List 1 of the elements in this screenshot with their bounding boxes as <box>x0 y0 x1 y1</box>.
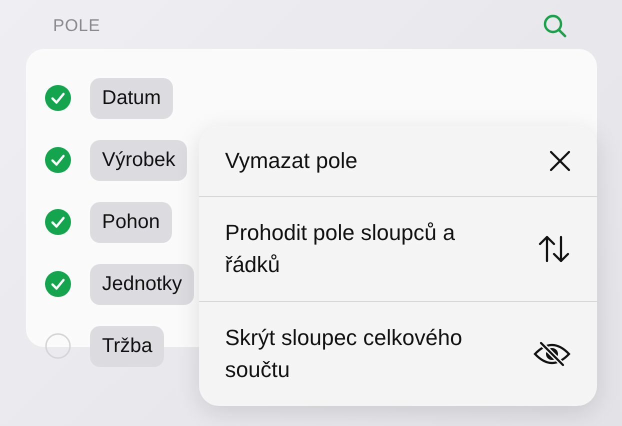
section-title: POLE <box>53 16 100 36</box>
